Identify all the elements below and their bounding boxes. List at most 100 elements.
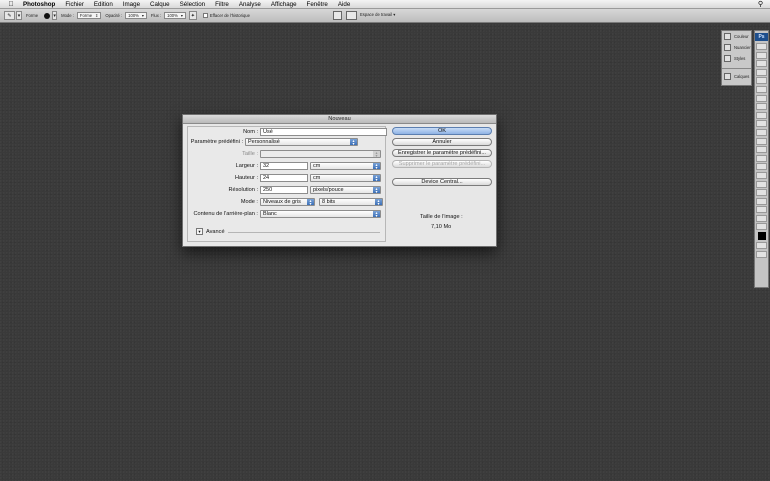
background-select[interactable]: Blanc ▴ ▾ xyxy=(260,210,381,218)
menu-fichier[interactable]: Fichier xyxy=(60,1,89,8)
background-value: Blanc xyxy=(263,211,277,217)
pen-tool-icon[interactable] xyxy=(756,163,767,171)
opacity-value: 100% xyxy=(128,13,139,18)
screen-mode-icon[interactable] xyxy=(756,251,767,259)
preset-value: Personnalisé xyxy=(248,139,280,145)
mode-select[interactable]: Forme ⇕ xyxy=(76,12,102,19)
background-label: Contenu de l'arrière-plan : xyxy=(193,211,258,217)
size-label: Taille : xyxy=(242,151,258,157)
3d-orbit-tool-icon[interactable] xyxy=(756,206,767,214)
width-unit-select[interactable]: cm ▴ ▾ xyxy=(310,162,381,170)
tool-preset-dropdown-icon[interactable]: ▾ xyxy=(16,11,22,20)
dodge-tool-icon[interactable] xyxy=(756,154,767,162)
preset-select[interactable]: Personnalisé ▴ ▾ xyxy=(245,138,358,146)
panel-couleur[interactable]: Couleur xyxy=(722,31,751,42)
menu-selection[interactable]: Sélection xyxy=(175,1,210,8)
eraser-tool-icon[interactable] xyxy=(756,128,767,136)
bridge-icon[interactable] xyxy=(346,11,357,20)
mode-label: Mode : xyxy=(61,13,74,18)
color-mode-label: Mode : xyxy=(240,199,258,205)
brush-panel-icon[interactable] xyxy=(333,11,342,20)
menu-filtre[interactable]: Filtre xyxy=(210,1,234,8)
history-brush-tool-icon[interactable] xyxy=(756,120,767,128)
brush-dropdown-icon[interactable]: ▾ xyxy=(52,11,58,20)
quick-mask-icon[interactable] xyxy=(756,242,767,250)
clone-stamp-tool-icon[interactable] xyxy=(756,111,767,119)
spotlight-search-icon[interactable]: ⚲ xyxy=(758,0,763,8)
flux-value: 100% xyxy=(167,13,178,18)
chevron-down-icon: ▾ xyxy=(180,13,183,18)
panel-styles[interactable]: Styles xyxy=(722,53,751,64)
zoom-tool-icon[interactable] xyxy=(756,223,767,231)
menu-analyse[interactable]: Analyse xyxy=(234,1,266,8)
healing-brush-tool-icon[interactable] xyxy=(756,94,767,102)
eyedropper-tool-icon[interactable] xyxy=(756,85,767,93)
history-checkbox[interactable] xyxy=(202,13,208,18)
height-input[interactable] xyxy=(260,174,308,182)
select-arrows-icon: ▴ ▾ xyxy=(373,163,380,170)
path-selection-tool-icon[interactable] xyxy=(756,180,767,188)
chevron-down-icon: ▾ xyxy=(393,12,396,17)
gradient-tool-icon[interactable] xyxy=(756,137,767,145)
menu-calque[interactable]: Calque xyxy=(145,1,175,8)
ok-button[interactable]: OK xyxy=(392,127,492,135)
resolution-label: Résolution : xyxy=(228,187,258,193)
menu-affichage[interactable]: Affichage xyxy=(266,1,302,8)
menu-edition[interactable]: Edition xyxy=(89,1,118,8)
height-unit-select[interactable]: cm ▴ ▾ xyxy=(310,174,381,182)
type-tool-icon[interactable] xyxy=(756,171,767,179)
apple-menu-icon[interactable]:  xyxy=(4,1,18,8)
brush-tool-icon[interactable] xyxy=(756,103,767,111)
blur-tool-icon[interactable] xyxy=(756,146,767,154)
menu-fenetre[interactable]: Fenêtre xyxy=(302,1,333,8)
shape-tool-icon[interactable] xyxy=(756,189,767,197)
workspace-menu[interactable]: Espace de travail ▾ xyxy=(360,12,395,17)
delete-preset-button[interactable]: Supprimer le paramètre prédéfini... xyxy=(392,160,492,168)
options-bar: ✎ ▾ Forme ▾ Mode : Forme ⇕ Opacité : 100%… xyxy=(0,9,770,23)
cancel-button[interactable]: Annuler xyxy=(392,138,492,146)
height-label: Hauteur : xyxy=(234,175,258,181)
collapsed-panels: Couleur Nuancier Styles Calques xyxy=(721,30,752,86)
airbrush-icon[interactable]: ✦ xyxy=(188,11,197,20)
color-mode-value: Niveaux de gris xyxy=(263,199,301,205)
styles-icon xyxy=(724,55,731,62)
size-select[interactable]: ▴ ▾ xyxy=(260,150,381,158)
save-preset-button[interactable]: Enregistrer le paramètre prédéfini... xyxy=(392,149,492,157)
image-size-label: Taille de l'image : xyxy=(420,214,463,220)
panel-calques[interactable]: Calques xyxy=(722,71,751,82)
panel-label: Styles xyxy=(734,56,746,61)
magic-wand-tool-icon[interactable] xyxy=(756,68,767,76)
menu-image[interactable]: Image xyxy=(118,1,145,8)
eraser-tool-preset-icon[interactable]: ✎ xyxy=(4,11,15,20)
select-arrows-icon: ▴ ▾ xyxy=(373,187,380,194)
crop-tool-icon[interactable] xyxy=(756,77,767,85)
foreground-color-swatch[interactable] xyxy=(758,232,766,241)
bit-depth-select[interactable]: 8 bits ▴ ▾ xyxy=(319,198,383,206)
resolution-unit-select[interactable]: pixels/pouce ▴ ▾ xyxy=(310,186,381,194)
select-arrows-icon: ▴ ▾ xyxy=(373,151,380,158)
panel-nuancier[interactable]: Nuancier xyxy=(722,42,751,53)
chevron-down-icon: ▾ xyxy=(198,229,201,234)
color-mode-select[interactable]: Niveaux de gris ▴ ▾ xyxy=(260,198,315,206)
width-unit-value: cm xyxy=(313,163,321,169)
lasso-tool-icon[interactable] xyxy=(756,60,767,68)
marquee-tool-icon[interactable] xyxy=(756,51,767,59)
menu-app-name[interactable]: Photoshop xyxy=(18,1,60,8)
opacity-input[interactable]: 100% ▾ xyxy=(125,12,147,19)
brush-preview-icon[interactable] xyxy=(44,12,51,19)
select-arrows-icon: ▴ ▾ xyxy=(307,199,314,206)
menu-aide[interactable]: Aide xyxy=(333,1,355,8)
move-tool-icon[interactable] xyxy=(756,43,767,50)
flux-input[interactable]: 100% ▾ xyxy=(164,12,186,19)
select-arrows-icon: ▴ ▾ xyxy=(350,139,357,146)
resolution-unit-value: pixels/pouce xyxy=(313,187,344,193)
advanced-disclosure-toggle[interactable]: ▾ xyxy=(196,228,203,235)
device-central-button[interactable]: Device Central... xyxy=(392,178,492,186)
width-input[interactable] xyxy=(260,162,308,170)
select-arrows-icon: ▴ ▾ xyxy=(373,175,380,182)
3d-rotate-tool-icon[interactable] xyxy=(756,197,767,205)
hand-tool-icon[interactable] xyxy=(756,214,767,222)
resolution-input[interactable] xyxy=(260,186,308,194)
name-input[interactable] xyxy=(260,128,387,136)
history-label: Effacer de l'historique xyxy=(209,13,250,18)
